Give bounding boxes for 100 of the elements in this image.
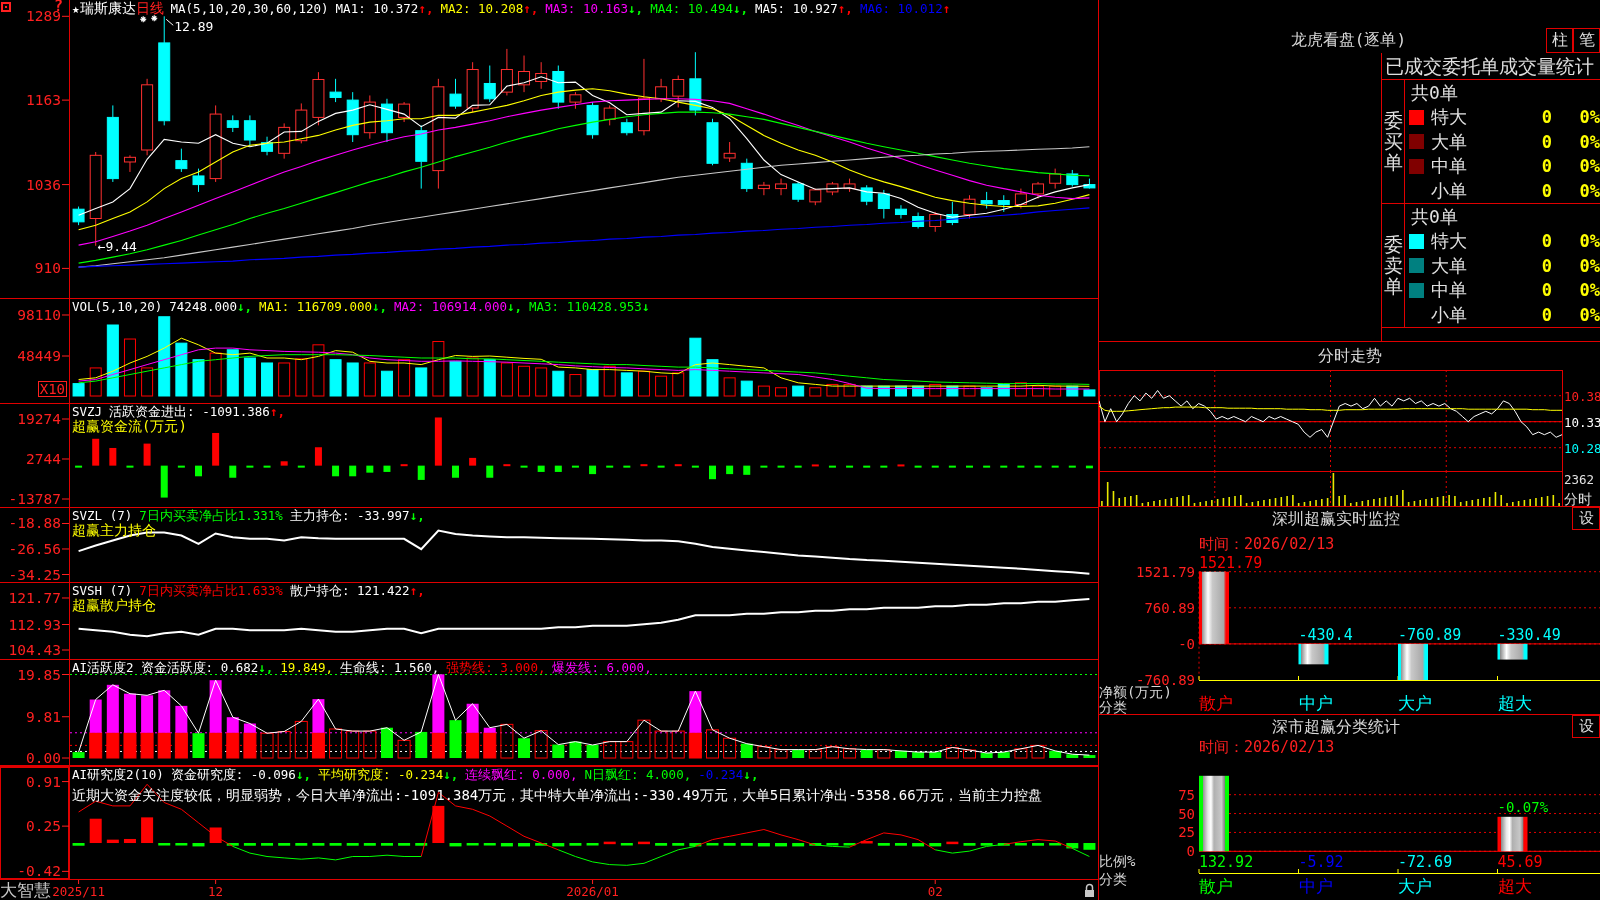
activity-bar (569, 741, 582, 758)
volume-bar (655, 375, 668, 397)
volume-bar (843, 383, 856, 397)
research-bar (637, 841, 650, 845)
candlestick (980, 191, 993, 210)
category-label: 超大 (1497, 693, 1532, 713)
timestamp: 时间：2026/02/13 (1199, 738, 1335, 756)
settings-button[interactable]: 设 (1572, 715, 1600, 738)
fund-flow-bar (674, 464, 682, 467)
volume-bar (912, 385, 925, 397)
activity-bar (1049, 750, 1062, 758)
research-bar (192, 843, 205, 847)
research-bar (72, 843, 85, 846)
fund-flow-bar (229, 465, 237, 478)
candlestick (1049, 168, 1062, 190)
fund-flow-bar (246, 465, 254, 468)
activity-bar (963, 749, 976, 759)
research-bar (1083, 843, 1096, 850)
fund-flow-bar (126, 465, 134, 468)
activity-bar (466, 732, 480, 759)
volume-bar (483, 359, 496, 397)
volume-peak-label: 2362 (1564, 472, 1595, 487)
volume-pane-label: 分时 (1564, 491, 1592, 506)
volume-bar (929, 383, 942, 397)
fund-flow-bar (709, 465, 716, 480)
activity-bar (980, 752, 993, 758)
activity-bar (534, 730, 548, 759)
fund-flow-bar (691, 465, 699, 468)
indicator-text: 爆发线: 6.000, (552, 661, 652, 675)
view-mode-button[interactable]: 笔 (1573, 28, 1600, 53)
fund-flow-bar (640, 464, 648, 467)
activity-bar (774, 749, 788, 759)
fund-flow-bar (623, 465, 631, 468)
activity-bar (894, 750, 907, 758)
indicator-text: 生命线: 1.560, (340, 661, 440, 675)
change-annotation: -0.07% (1497, 798, 1549, 815)
ratio-bar (1497, 816, 1528, 852)
candlestick (380, 98, 393, 143)
category-label: 散户 (1199, 876, 1233, 896)
lock-icon[interactable] (1085, 883, 1094, 897)
indicator-text: MA3: 10.163 (545, 2, 629, 16)
date-label: 12 (208, 884, 224, 899)
fund-flow-bar (589, 465, 597, 475)
axis-tick-label: 2744 (26, 451, 61, 467)
research-bar (1014, 843, 1027, 846)
fund-flow-bar (914, 465, 922, 468)
fund-flow-bar (606, 465, 614, 468)
fund-flow-bar (177, 465, 185, 468)
fund-flow-bar (143, 443, 151, 466)
period-label[interactable]: 日线 (135, 1, 164, 15)
research-bar (449, 843, 462, 847)
candlestick (500, 48, 513, 96)
volume-bar (175, 342, 188, 397)
trend-arrow: ↑, (409, 584, 425, 598)
settings-button[interactable]: 设 (1572, 507, 1600, 530)
research-bar (535, 843, 548, 846)
trend-arrow: ↑, (837, 2, 853, 16)
fund-flow-bar (948, 465, 956, 468)
view-mode-button[interactable]: 柱 (1546, 28, 1573, 53)
volume-bar (226, 349, 239, 397)
candlestick (72, 206, 85, 226)
low-price-label: ←9.44 (97, 238, 137, 254)
fund-flow-bar (863, 465, 871, 468)
research-bar (894, 843, 907, 846)
candlestick (1083, 178, 1096, 190)
order-percent: 0% (1579, 304, 1600, 325)
indicator-text: 7日内买卖净占比1.331% (139, 509, 283, 523)
axis-tick-label: 48449 (17, 348, 61, 364)
order-size-label: 特大 (1431, 106, 1467, 129)
axis-tick-label: 1163 (26, 92, 61, 109)
fund-flow-bar (777, 465, 785, 468)
axis-tick-label: -0.42 (17, 863, 61, 879)
activity-bar (912, 752, 925, 758)
indicator-text: SVZL (7) (72, 509, 133, 523)
research-bar (363, 843, 376, 846)
axis-tick-label: 1036 (26, 176, 61, 193)
axis-tick-label: 25 (1178, 824, 1195, 841)
research-bar (706, 843, 719, 846)
indicator-text: MA2: 10.208 (440, 2, 524, 16)
research-bar (672, 843, 685, 846)
research-bar (792, 843, 805, 847)
axis-title: 比例% (1099, 853, 1136, 869)
activity-bar (192, 733, 205, 758)
table-title: 已成交委托单成交量统计 (1385, 55, 1594, 77)
candlestick (243, 114, 256, 146)
volume-bar (278, 362, 291, 397)
research-bar (89, 818, 102, 843)
volume-bar (740, 380, 753, 397)
volume-bar (552, 370, 565, 397)
fund-flow-bar (794, 465, 802, 468)
axis-tick-label: 760.89 (1144, 599, 1195, 616)
fund-flow-bar (280, 461, 288, 466)
volume-bar (518, 365, 531, 397)
window-icon[interactable] (1, 2, 11, 12)
indicator-text: 资金活跃度: 0.682 (140, 661, 259, 675)
trend-arrow: ↓, (258, 661, 274, 675)
candlestick (1014, 188, 1027, 210)
fund-flow-bar (400, 464, 408, 467)
axis-tick-label: 112.93 (8, 616, 61, 633)
fund-flow-bar (811, 464, 819, 467)
